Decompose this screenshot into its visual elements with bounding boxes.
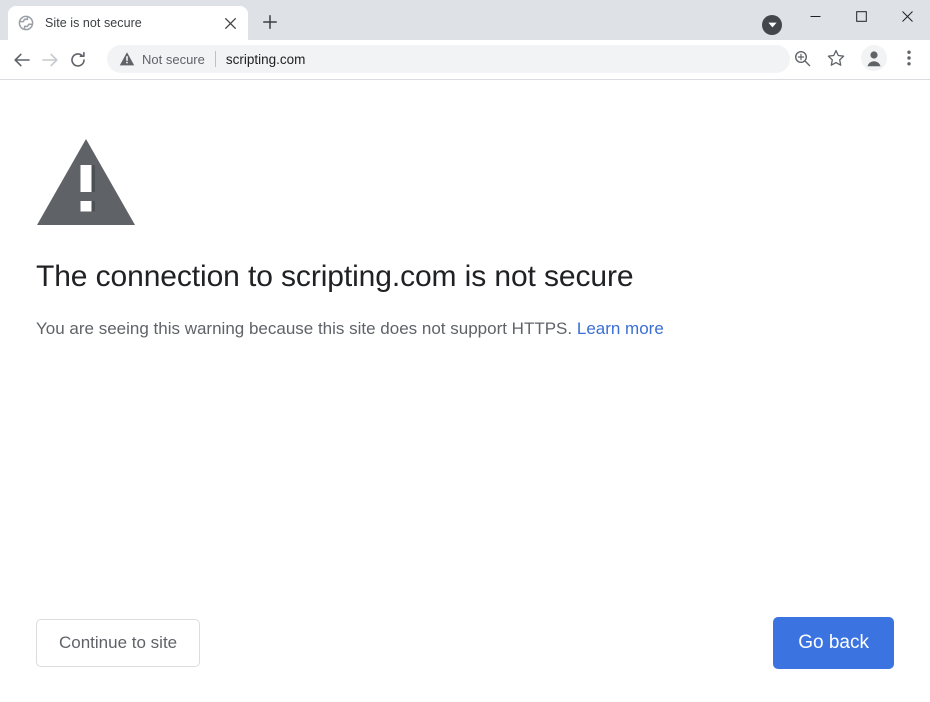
tab-close-icon[interactable]: [218, 11, 242, 35]
warning-triangle-icon[interactable]: [119, 51, 135, 67]
back-button[interactable]: [8, 46, 36, 74]
reload-button[interactable]: [64, 46, 92, 74]
close-icon: [901, 10, 913, 22]
toolbar-actions: [785, 43, 926, 73]
back-arrow-icon: [14, 53, 30, 66]
page-title: The connection to scripting.com is not s…: [36, 260, 634, 293]
window-controls: [792, 0, 930, 32]
security-status-text: Not secure: [142, 51, 205, 67]
new-tab-button[interactable]: [256, 8, 284, 36]
maximize-icon: [855, 10, 867, 22]
chrome-menu-button[interactable]: [894, 43, 924, 73]
plus-icon: [263, 15, 277, 29]
avatar-icon: [861, 45, 887, 71]
globe-icon: [18, 15, 34, 31]
minimize-icon: [810, 15, 820, 17]
tab-title: Site is not secure: [45, 16, 142, 30]
omnibox-separator: [214, 51, 216, 67]
zoom-button[interactable]: [787, 43, 817, 73]
interstitial-body-text: You are seeing this warning because this…: [36, 318, 573, 338]
three-dot-menu-icon: [907, 50, 911, 66]
continue-to-site-button[interactable]: Continue to site: [36, 619, 201, 667]
address-bar[interactable]: Not secure scripting.com: [107, 45, 790, 73]
learn-more-link[interactable]: Learn more: [577, 319, 664, 338]
chevron-down-icon: [767, 22, 777, 28]
browser-tab[interactable]: Site is not secure: [8, 6, 248, 40]
reload-icon: [71, 51, 85, 67]
url-text[interactable]: scripting.com: [226, 52, 306, 67]
close-window-button[interactable]: [884, 0, 930, 32]
go-back-button[interactable]: Go back: [773, 617, 894, 669]
profile-button[interactable]: [859, 43, 889, 73]
forward-arrow-icon: [42, 53, 58, 66]
forward-button: [36, 46, 64, 74]
browser-window: Site is not secure Not secure scripting.…: [0, 0, 930, 702]
security-interstitial: The connection to scripting.com is not s…: [36, 81, 894, 702]
page-viewport: The connection to scripting.com is not s…: [0, 81, 930, 702]
star-icon: [827, 49, 845, 66]
tab-search-button[interactable]: [762, 15, 782, 35]
zoom-in-icon: [794, 50, 810, 66]
minimize-button[interactable]: [792, 0, 838, 32]
interstitial-button-row: Continue to site Go back: [36, 617, 894, 669]
browser-toolbar: Not secure scripting.com: [0, 40, 930, 80]
maximize-button[interactable]: [838, 0, 884, 32]
tab-strip: Site is not secure: [0, 0, 930, 40]
interstitial-body: You are seeing this warning because this…: [36, 296, 894, 342]
warning-triangle-icon: [37, 139, 135, 225]
bookmark-button[interactable]: [821, 43, 851, 73]
